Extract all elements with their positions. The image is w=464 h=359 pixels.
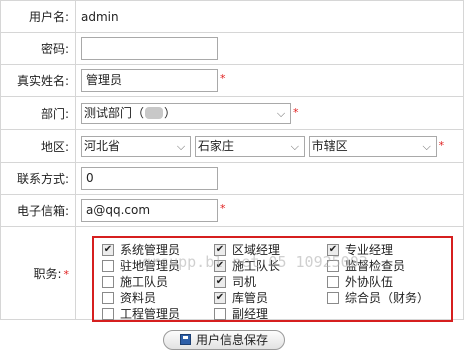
email-input[interactable]: a@qq.com: [81, 199, 218, 222]
username-label: 用户名:: [0, 0, 76, 33]
dept-value-suffix: ）: [164, 105, 177, 120]
role-label: 职务: *: [0, 226, 76, 320]
role-item[interactable]: 副经理: [214, 306, 268, 322]
province-select[interactable]: 河北省 ⌵: [81, 135, 191, 157]
checkbox-unchecked[interactable]: [102, 275, 114, 288]
realname-input[interactable]: 管理员: [81, 69, 218, 92]
role-item-label: 工程管理员: [120, 307, 181, 321]
role-item-label: 资料员: [120, 291, 157, 305]
role-item-label: 库管员: [232, 291, 269, 305]
role-item-label: 副经理: [232, 307, 269, 321]
role-item[interactable]: ✔ 司机: [214, 274, 256, 290]
district-value: 市辖区: [311, 138, 348, 153]
password-label: 密码:: [0, 32, 76, 65]
chevron-down-icon: ⌵: [276, 106, 286, 120]
checkbox-unchecked[interactable]: [214, 307, 226, 320]
save-disk-icon: [179, 334, 191, 345]
redacted-blur: [145, 107, 164, 119]
role-item[interactable]: 工程管理员: [102, 306, 180, 322]
save-button-label: 用户信息保存: [195, 333, 268, 347]
username-value: admin: [81, 9, 119, 24]
email-label: 电子信箱:: [0, 194, 76, 227]
dept-label: 部门:: [0, 96, 76, 130]
checkbox-unchecked[interactable]: [102, 259, 114, 272]
city-select[interactable]: 石家庄 ⌵: [194, 135, 305, 157]
watermark-text: grsupp.bl net 05 10925003: [142, 253, 368, 271]
role-item-label: 外协队伍: [345, 275, 394, 289]
checkbox-checked[interactable]: ✔: [214, 291, 226, 304]
role-item-label: 司机: [232, 275, 257, 289]
contact-input[interactable]: 0: [81, 167, 218, 190]
required-mark: *: [63, 267, 70, 281]
dept-value-prefix: 测试部门（: [84, 105, 145, 120]
required-mark: *: [438, 138, 445, 152]
chevron-down-icon: ⌵: [290, 139, 299, 153]
checkbox-unchecked[interactable]: [102, 291, 114, 304]
role-item[interactable]: 施工队员: [102, 274, 168, 290]
dept-select[interactable]: 测试部门（ ） ⌵: [81, 102, 291, 124]
contact-label: 联系方式:: [0, 162, 76, 195]
role-checkbox-group: ✔ 系统管理员 ✔ 区域经理 ✔ 专业经理 驻地管理员 ✔ 施工队长 监督检查员 施工队员 ✔ 司机 外协…: [92, 236, 453, 322]
required-mark: *: [220, 202, 226, 215]
checkbox-unchecked[interactable]: [327, 275, 339, 288]
city-value: 石家庄: [197, 138, 234, 153]
role-item[interactable]: ✔ 库管员: [214, 290, 268, 306]
role-label-text: 职务:: [33, 266, 62, 281]
checkbox-checked[interactable]: ✔: [102, 243, 114, 256]
role-item-label: 综合员（财务）: [345, 291, 430, 305]
realname-label: 真实姓名:: [0, 64, 76, 97]
role-item[interactable]: 综合员（财务）: [327, 290, 429, 306]
checkbox-checked[interactable]: ✔: [214, 275, 226, 288]
province-value: 河北省: [84, 138, 121, 153]
role-item[interactable]: 外协队伍: [327, 274, 393, 290]
chevron-down-icon: ⌵: [422, 139, 431, 153]
chevron-down-icon: ⌵: [176, 139, 186, 153]
area-label: 地区:: [0, 129, 76, 163]
required-mark: *: [293, 105, 299, 119]
password-input[interactable]: [81, 37, 218, 60]
checkbox-unchecked[interactable]: [102, 307, 114, 320]
checkbox-unchecked[interactable]: [327, 291, 339, 304]
save-user-info-button[interactable]: 用户信息保存: [163, 330, 285, 350]
role-item[interactable]: 资料员: [102, 290, 156, 306]
required-mark: *: [220, 72, 226, 85]
district-select[interactable]: 市辖区 ⌵: [308, 135, 437, 157]
role-item-label: 施工队员: [120, 275, 169, 289]
